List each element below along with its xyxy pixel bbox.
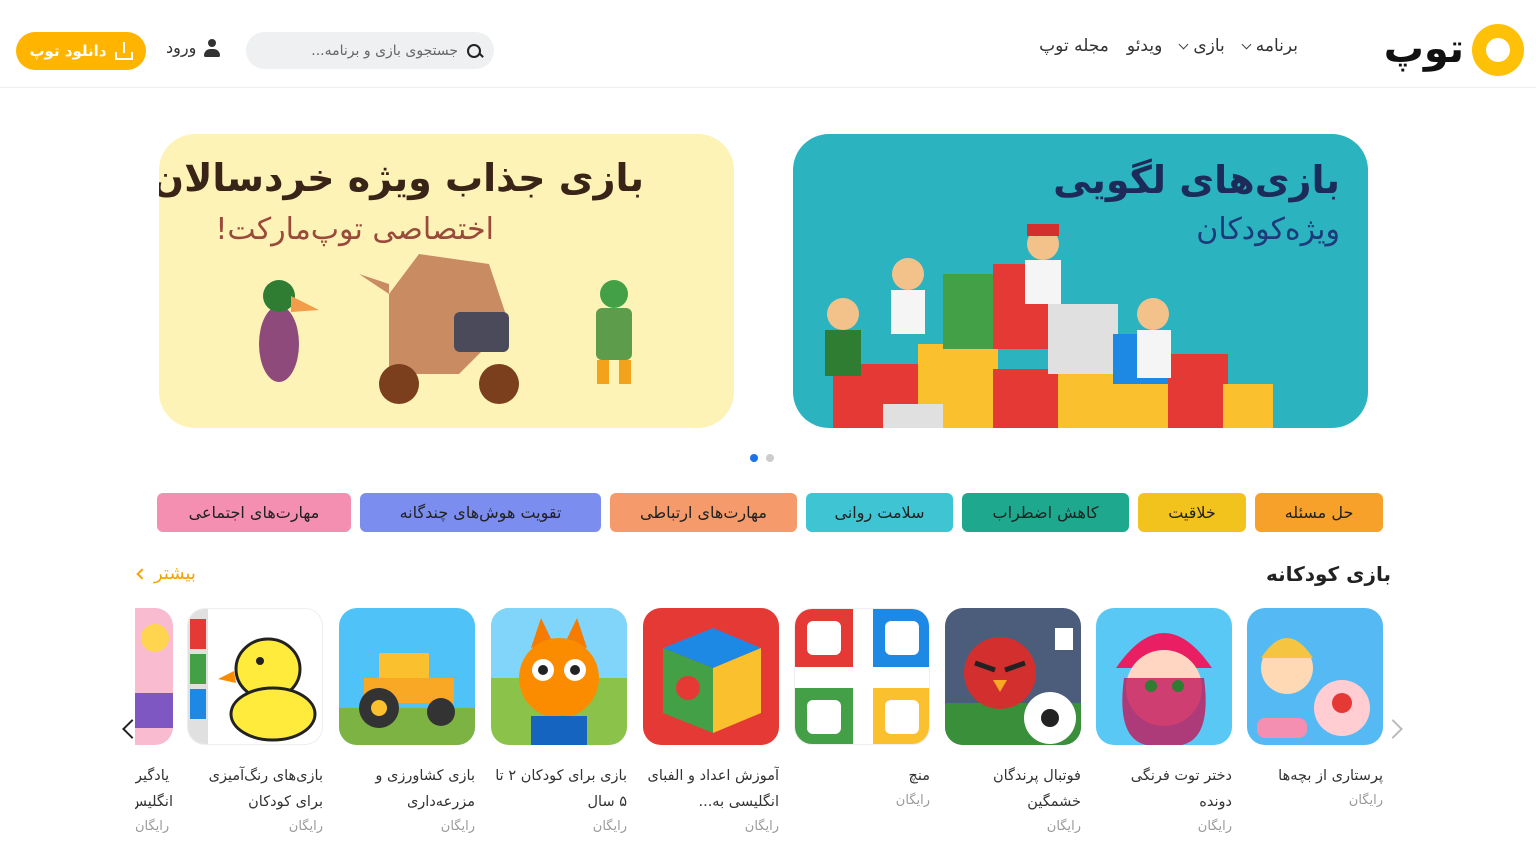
app-name: بازی برای کودکان ۲ تا ۵ سال — [495, 768, 627, 810]
app-price: رایگان — [440, 819, 475, 834]
app-price: رایگان — [1046, 819, 1081, 834]
nav-label: مجله توپ — [1039, 36, 1109, 56]
app-price: رایگان — [1348, 793, 1383, 808]
banner-title: بازی جذاب ویژه خردسالان — [159, 156, 644, 200]
download-app-button[interactable]: دانلود توپ — [16, 32, 146, 70]
site-header: توپ برنامه بازی ویدئو مجله توپ ورود دانل… — [0, 0, 1536, 88]
section-title: بازی کودکانه — [1265, 562, 1391, 586]
nav-item-magazine[interactable]: مجله توپ — [1039, 36, 1109, 56]
app-price: رایگان — [744, 819, 779, 834]
app-price: رایگان — [135, 819, 170, 834]
chevron-left-icon — [136, 567, 148, 580]
alphabet-cube-icon — [643, 608, 779, 745]
banner-title: بازی‌های لگویی — [1053, 158, 1340, 202]
chip-multiple-intelligences[interactable]: تقویت هوش‌های چندگانه — [360, 493, 601, 532]
carousel-dots — [750, 454, 774, 462]
banner-subtitle: اختصاصی توپ‌مارکت! — [215, 212, 494, 247]
user-icon — [204, 38, 221, 57]
app-card[interactable]: یادگیر انگلیس رایگان — [135, 608, 173, 834]
tractor-icon — [339, 608, 475, 745]
app-price: رایگان — [592, 819, 627, 834]
app-price: رایگان — [895, 793, 930, 808]
search-box — [246, 32, 494, 69]
download-label: دانلود توپ — [29, 42, 107, 60]
chip-communication-skills[interactable]: مهارت‌های ارتباطی — [610, 493, 797, 532]
angry-birds-football-icon — [945, 608, 1081, 745]
chip-creativity[interactable]: خلاقیت — [1138, 493, 1246, 532]
category-chips: حل مسئله خلاقیت کاهش اضطراب سلامت روانی … — [157, 493, 1383, 532]
search-icon[interactable] — [466, 43, 482, 59]
banner-toddler-games[interactable]: بازی جذاب ویژه خردسالان اختصاصی توپ‌مارک… — [159, 134, 734, 428]
english-learning-icon — [135, 608, 173, 745]
app-card[interactable]: پرستاری از بچه‌ها رایگان — [1247, 608, 1383, 808]
app-card[interactable]: دختر توت فرنگی دونده رایگان — [1096, 608, 1232, 834]
app-name: آموزش اعداد و الفبای انگلیسی به... — [647, 768, 779, 810]
app-price: رایگان — [1197, 819, 1232, 834]
app-price: رایگان — [288, 819, 323, 834]
ludo-icon — [794, 608, 930, 745]
main-nav: برنامه بازی ویدئو مجله توپ — [1039, 36, 1298, 56]
duck-coloring-icon — [187, 608, 323, 745]
app-carousel: پرستاری از بچه‌ها رایگان دختر توت فرنگی … — [0, 608, 1536, 864]
app-name: بازی‌های رنگ‌آمیزی برای کودکان — [208, 768, 323, 810]
logo-text: توپ — [1383, 26, 1465, 72]
chevron-down-icon — [1178, 39, 1189, 49]
banner-lego-games[interactable]: بازی‌های لگویی ویژه‌کودکان — [793, 134, 1368, 428]
nav-item-apps[interactable]: برنامه — [1241, 36, 1298, 56]
nav-label: بازی — [1193, 36, 1225, 56]
app-card[interactable]: منچ رایگان — [794, 608, 930, 808]
app-name: یادگیر انگلیس — [135, 768, 173, 810]
app-name: بازی کشاورزی و مزرعه‌داری — [375, 768, 475, 810]
more-link[interactable]: بیشتر — [136, 563, 196, 584]
app-card[interactable]: بازی برای کودکان ۲ تا ۵ سال رایگان — [491, 608, 627, 834]
cat-sailor-icon — [491, 608, 627, 745]
baby-care-icon — [1247, 608, 1383, 745]
login-label: ورود — [166, 38, 197, 57]
logo-circle-icon — [1472, 24, 1524, 76]
nav-item-games[interactable]: بازی — [1178, 36, 1225, 56]
login-link[interactable]: ورود — [166, 38, 221, 57]
carousel-dot[interactable] — [766, 454, 774, 462]
chip-social-skills[interactable]: مهارت‌های اجتماعی — [157, 493, 351, 532]
nav-label: برنامه — [1255, 36, 1298, 56]
app-card[interactable]: بازی کشاورزی و مزرعه‌داری رایگان — [339, 608, 475, 834]
download-icon — [114, 42, 133, 60]
banner-subtitle: ویژه‌کودکان — [1196, 212, 1340, 247]
nav-item-video[interactable]: ویدئو — [1127, 36, 1162, 56]
chevron-down-icon — [1241, 39, 1252, 49]
chip-anxiety-reduction[interactable]: کاهش اضطراب — [962, 493, 1129, 532]
app-card[interactable]: بازی‌های رنگ‌آمیزی برای کودکان رایگان — [187, 608, 323, 834]
carousel-dot[interactable] — [750, 454, 758, 462]
search-input[interactable] — [288, 42, 458, 59]
more-label: بیشتر — [154, 563, 196, 584]
chip-problem-solving[interactable]: حل مسئله — [1255, 493, 1383, 532]
nav-label: ویدئو — [1126, 36, 1163, 56]
app-card[interactable]: آموزش اعداد و الفبای انگلیسی به... رایگا… — [643, 608, 779, 834]
strawberry-girl-icon — [1096, 608, 1232, 745]
app-name: دختر توت فرنگی دونده — [1130, 768, 1232, 810]
logo[interactable]: توپ — [1372, 22, 1524, 78]
app-name: فوتبال پرندگان خشمگین — [992, 768, 1081, 810]
app-card[interactable]: فوتبال پرندگان خشمگین رایگان — [945, 608, 1081, 834]
chip-mental-health[interactable]: سلامت روانی — [806, 493, 953, 532]
